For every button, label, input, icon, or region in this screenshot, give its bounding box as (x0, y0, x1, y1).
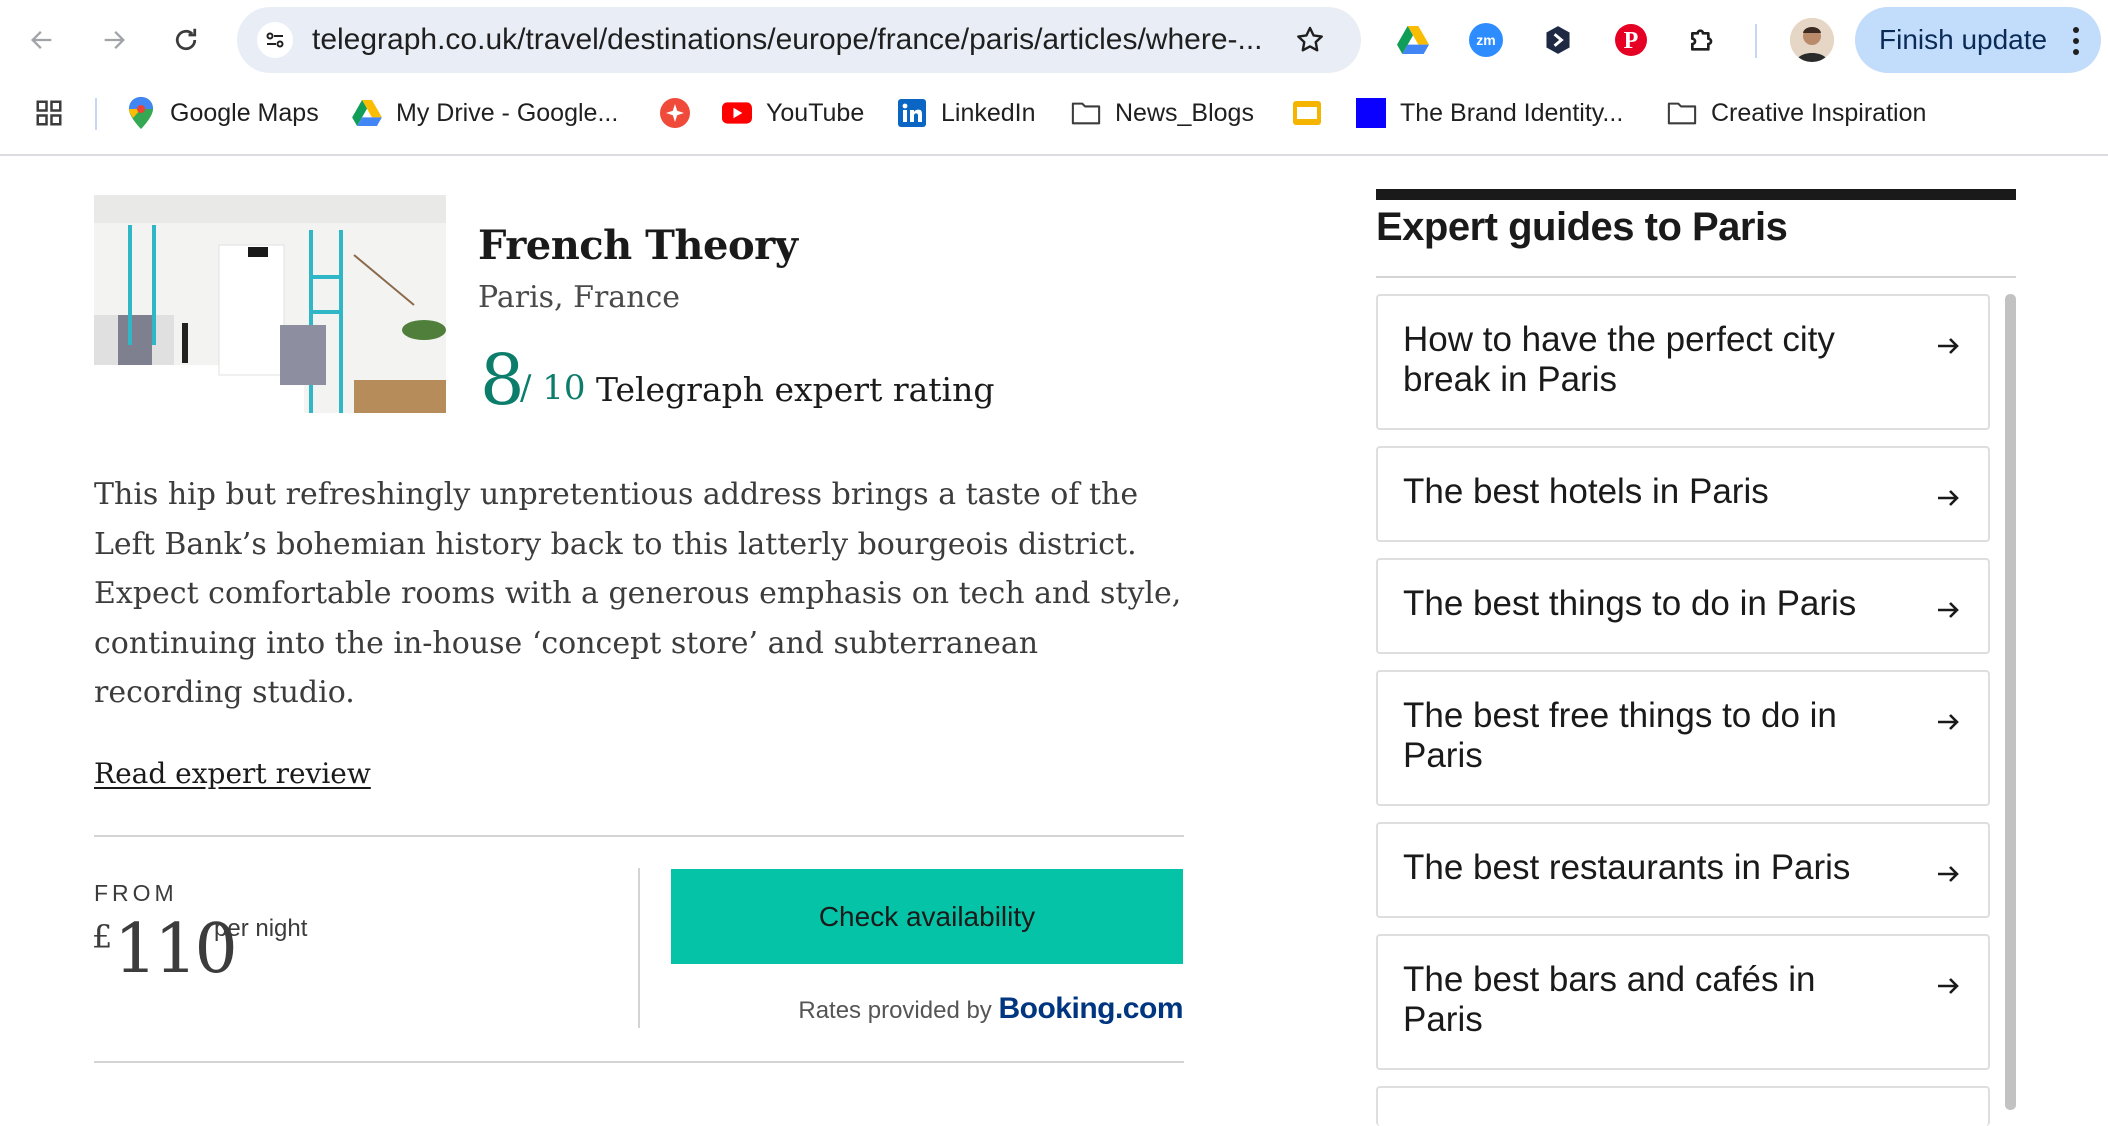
guide-card-partial[interactable] (1376, 1086, 1990, 1126)
sidebar-top-rule (1376, 189, 2016, 200)
price-from-label: FROM (94, 880, 178, 906)
reload-button[interactable] (164, 18, 208, 62)
arrow-right-icon (1938, 978, 1959, 994)
apps-grid-icon (34, 98, 64, 128)
hotel-photo[interactable] (94, 195, 446, 413)
hotel-location: Paris, France (478, 280, 681, 315)
folder-icon (1667, 98, 1697, 128)
bookmarks-bar: Google Maps My Drive - Google... YouTube… (0, 80, 2108, 156)
guide-card[interactable]: The best restaurants in Paris (1376, 822, 1990, 918)
bookmarks-divider (95, 98, 97, 130)
sparkle-icon (660, 98, 690, 128)
linkedin-icon (897, 98, 927, 128)
rating-label: Telegraph expert rating (596, 370, 995, 409)
address-bar[interactable]: telegraph.co.uk/travel/destinations/euro… (237, 7, 1361, 73)
arrow-right-icon (1938, 602, 1959, 618)
bookmark-folder-news-blogs[interactable]: News_Blogs (1071, 80, 1254, 146)
site-info-icon[interactable] (257, 22, 293, 58)
guide-card[interactable]: The best hotels in Paris (1376, 446, 1990, 542)
finish-update-label: Finish update (1879, 24, 2048, 55)
bookmark-label: Google Maps (170, 98, 319, 127)
profile-avatar[interactable] (1790, 18, 1834, 62)
rating-score: 8 (480, 339, 525, 421)
guide-card-title: The best free things to do in Paris (1403, 696, 1837, 775)
price-currency: £ (92, 918, 113, 956)
guide-card[interactable]: The best bars and cafés in Paris (1376, 934, 1990, 1070)
bookmark-my-drive[interactable]: My Drive - Google... (352, 80, 618, 146)
forward-arrow-icon (104, 31, 125, 49)
read-expert-review-link[interactable]: Read expert review (94, 757, 371, 790)
rating-max: / 10 (520, 368, 586, 408)
toolbar-divider (1755, 24, 1757, 58)
guide-card-title: The best restaurants in Paris (1403, 848, 1851, 887)
google-drive-icon (352, 98, 382, 128)
slides-icon (1292, 98, 1322, 128)
guide-card[interactable]: How to have the perfect city break in Pa… (1376, 294, 1990, 430)
youtube-icon (722, 98, 752, 128)
puzzle-icon[interactable] (1683, 20, 1723, 60)
bookmark-star-icon[interactable] (1294, 24, 1326, 61)
bookmark-label: LinkedIn (941, 98, 1036, 127)
guide-card-title: The best things to do in Paris (1403, 584, 1857, 623)
rates-provider: Rates provided by Booking.com (798, 992, 1183, 1026)
rates-label: Rates provided by (798, 997, 992, 1024)
google-maps-icon (126, 97, 156, 129)
guide-card-title: The best hotels in Paris (1403, 472, 1769, 511)
bookmark-label: Creative Inspiration (1711, 98, 1927, 127)
divider (94, 1061, 1184, 1063)
finish-update-button[interactable]: Finish update (1855, 7, 2101, 73)
price-divider (638, 868, 640, 1028)
bookmark-label: The Brand Identity... (1400, 98, 1624, 127)
guide-card[interactable]: The best free things to do in Paris (1376, 670, 1990, 806)
svg-text:zm: zm (1476, 32, 1495, 48)
bookmark-brand-identity[interactable]: The Brand Identity... (1356, 80, 1623, 146)
guide-card-title: How to have the perfect city break in Pa… (1403, 320, 1835, 399)
bookmark-slides[interactable] (1292, 80, 1336, 146)
apps-button[interactable] (34, 80, 78, 146)
kebab-menu-icon (2073, 27, 2079, 60)
google-drive-icon[interactable] (1393, 20, 1433, 60)
zoom-icon[interactable]: zm (1466, 20, 1506, 60)
back-arrow-icon (31, 31, 52, 49)
price-unit: per night (214, 915, 308, 942)
browser-toolbar: telegraph.co.uk/travel/destinations/euro… (0, 0, 2108, 80)
bookmark-sparkle[interactable] (660, 80, 704, 146)
sidebar-title: Expert guides to Paris (1376, 205, 1788, 249)
bookmark-google-maps[interactable]: Google Maps (126, 80, 319, 146)
blue-square-icon (1356, 98, 1386, 128)
guide-card[interactable]: The best things to do in Paris (1376, 558, 1990, 654)
bookmark-label: News_Blogs (1115, 98, 1254, 127)
pinterest-icon[interactable]: P (1611, 20, 1651, 60)
back-button[interactable] (20, 18, 64, 62)
sidebar-divider (1376, 276, 2016, 278)
hotel-name: French Theory (478, 222, 798, 269)
bookmark-folder-creative-inspiration[interactable]: Creative Inspiration (1667, 80, 1926, 146)
svg-text:P: P (1624, 28, 1639, 54)
arrow-right-icon (1938, 338, 1959, 354)
bookmark-linkedin[interactable]: LinkedIn (897, 80, 1036, 146)
bookmark-youtube[interactable]: YouTube (722, 80, 864, 146)
divider (94, 835, 1184, 837)
booking-logo[interactable]: Booking.com (998, 992, 1183, 1025)
reload-icon (175, 28, 197, 51)
arrow-right-icon (1938, 866, 1959, 882)
forward-button[interactable] (92, 18, 136, 62)
shield-extension-icon[interactable] (1538, 20, 1578, 60)
sidebar-scrollbar[interactable] (2005, 294, 2016, 1110)
bookmark-label: My Drive - Google... (396, 98, 619, 127)
check-availability-button[interactable]: Check availability (671, 869, 1183, 964)
arrow-right-icon (1938, 490, 1959, 506)
guide-card-title: The best bars and cafés in Paris (1403, 960, 1816, 1039)
hotel-description: This hip but refreshingly unpretentious … (94, 477, 1182, 710)
url-text[interactable]: telegraph.co.uk/travel/destinations/euro… (312, 7, 1272, 73)
folder-icon (1071, 98, 1101, 128)
arrow-right-icon (1938, 714, 1959, 730)
bookmark-label: YouTube (766, 98, 865, 127)
